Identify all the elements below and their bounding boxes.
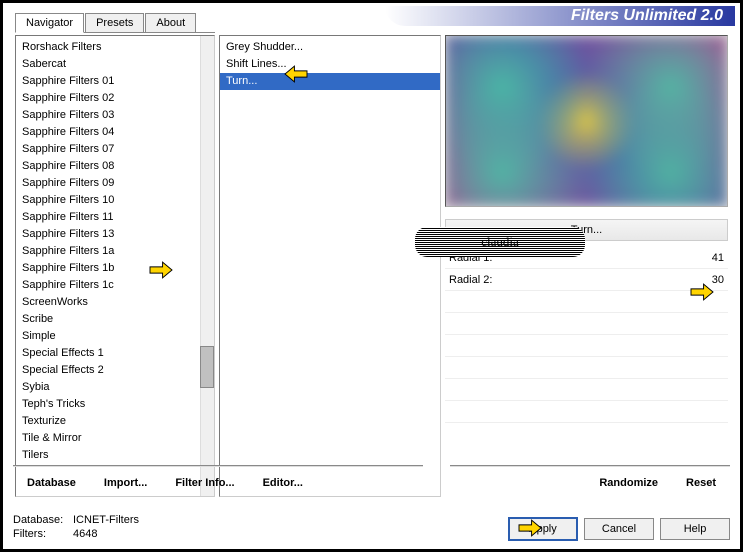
detail-pane: claudia Turn... Radial 1:41Radial 2:30 bbox=[445, 35, 728, 497]
filter-item[interactable]: Shift Lines... bbox=[220, 56, 440, 73]
category-item[interactable]: Sapphire Filters 04 bbox=[16, 124, 214, 141]
param-row-empty bbox=[445, 357, 728, 379]
help-button[interactable]: Help bbox=[660, 518, 730, 540]
watermark-text: claudia bbox=[481, 234, 519, 250]
reset-button[interactable]: Reset bbox=[672, 473, 730, 493]
category-item[interactable]: Tilers bbox=[16, 447, 214, 464]
category-item[interactable]: Teph's Tricks bbox=[16, 396, 214, 413]
category-item[interactable]: Simple bbox=[16, 328, 214, 345]
preview-image bbox=[445, 35, 728, 207]
apply-button[interactable]: Apply bbox=[508, 517, 578, 541]
toolbar-right: Randomize Reset bbox=[450, 465, 730, 493]
category-item[interactable]: Special Effects 2 bbox=[16, 362, 214, 379]
category-item[interactable]: Sapphire Filters 03 bbox=[16, 107, 214, 124]
tab-navigator[interactable]: Navigator bbox=[15, 13, 84, 33]
category-item[interactable]: Tile & Mirror bbox=[16, 430, 214, 447]
param-row[interactable]: Radial 2:30 bbox=[445, 269, 728, 291]
category-list[interactable]: Rorshack FiltersSabercatSapphire Filters… bbox=[15, 35, 215, 497]
filter-item[interactable]: Grey Shudder... bbox=[220, 39, 440, 56]
filter-item[interactable]: Turn... bbox=[220, 73, 440, 90]
category-item[interactable]: Sapphire Filters 1c bbox=[16, 277, 214, 294]
param-label: Radial 2: bbox=[449, 274, 694, 286]
database-button[interactable]: Database bbox=[13, 473, 90, 493]
category-item[interactable]: ScreenWorks bbox=[16, 294, 214, 311]
category-item[interactable]: Sapphire Filters 02 bbox=[16, 90, 214, 107]
category-item[interactable]: Rorshack Filters bbox=[16, 39, 214, 56]
footer-buttons: Apply Cancel Help bbox=[508, 517, 730, 541]
scrollbar-thumb[interactable] bbox=[200, 346, 214, 388]
param-row-empty bbox=[445, 401, 728, 423]
db-value: ICNET-Filters bbox=[73, 514, 139, 526]
param-row-empty bbox=[445, 379, 728, 401]
db-label: Database: bbox=[13, 513, 73, 527]
category-item[interactable]: Sapphire Filters 07 bbox=[16, 141, 214, 158]
toolbar-left: Database Import... Filter Info... Editor… bbox=[13, 465, 423, 493]
editor-button[interactable]: Editor... bbox=[249, 473, 317, 493]
category-item[interactable]: Sabercat bbox=[16, 56, 214, 73]
main-content: Rorshack FiltersSabercatSapphire Filters… bbox=[13, 33, 730, 499]
category-item[interactable]: Texturize bbox=[16, 413, 214, 430]
category-item[interactable]: Sapphire Filters 08 bbox=[16, 158, 214, 175]
import-button[interactable]: Import... bbox=[90, 473, 161, 493]
tab-bar: Navigator Presets About bbox=[15, 13, 215, 33]
watermark-badge: claudia bbox=[415, 227, 585, 257]
app-title: Filters Unlimited 2.0 bbox=[385, 6, 735, 26]
param-row-empty bbox=[445, 335, 728, 357]
param-list: Radial 1:41Radial 2:30 bbox=[445, 247, 728, 423]
category-item[interactable]: Sapphire Filters 09 bbox=[16, 175, 214, 192]
category-item[interactable]: Sapphire Filters 1a bbox=[16, 243, 214, 260]
filter-list[interactable]: Grey Shudder...Shift Lines...Turn... bbox=[219, 35, 441, 497]
category-item[interactable]: Sapphire Filters 11 bbox=[16, 209, 214, 226]
filters-count-value: 4648 bbox=[73, 528, 97, 540]
param-row-empty bbox=[445, 291, 728, 313]
randomize-button[interactable]: Randomize bbox=[585, 473, 672, 493]
footer: Database:ICNET-Filters Filters:4648 Appl… bbox=[13, 505, 730, 541]
category-item[interactable]: Sapphire Filters 1b bbox=[16, 260, 214, 277]
category-item[interactable]: Special Effects 1 bbox=[16, 345, 214, 362]
category-scrollbar[interactable] bbox=[200, 36, 214, 496]
tab-presets[interactable]: Presets bbox=[85, 13, 144, 32]
category-item[interactable]: Sapphire Filters 10 bbox=[16, 192, 214, 209]
param-value: 41 bbox=[694, 252, 724, 264]
param-row-empty bbox=[445, 313, 728, 335]
category-item[interactable]: Scribe bbox=[16, 311, 214, 328]
cancel-button[interactable]: Cancel bbox=[584, 518, 654, 540]
filter-info-button[interactable]: Filter Info... bbox=[161, 473, 248, 493]
tab-about[interactable]: About bbox=[145, 13, 196, 32]
category-item[interactable]: Sybia bbox=[16, 379, 214, 396]
category-item[interactable]: Sapphire Filters 01 bbox=[16, 73, 214, 90]
category-item[interactable]: Sapphire Filters 13 bbox=[16, 226, 214, 243]
footer-stats: Database:ICNET-Filters Filters:4648 bbox=[13, 513, 139, 541]
param-value: 30 bbox=[694, 274, 724, 286]
filters-count-label: Filters: bbox=[13, 527, 73, 541]
